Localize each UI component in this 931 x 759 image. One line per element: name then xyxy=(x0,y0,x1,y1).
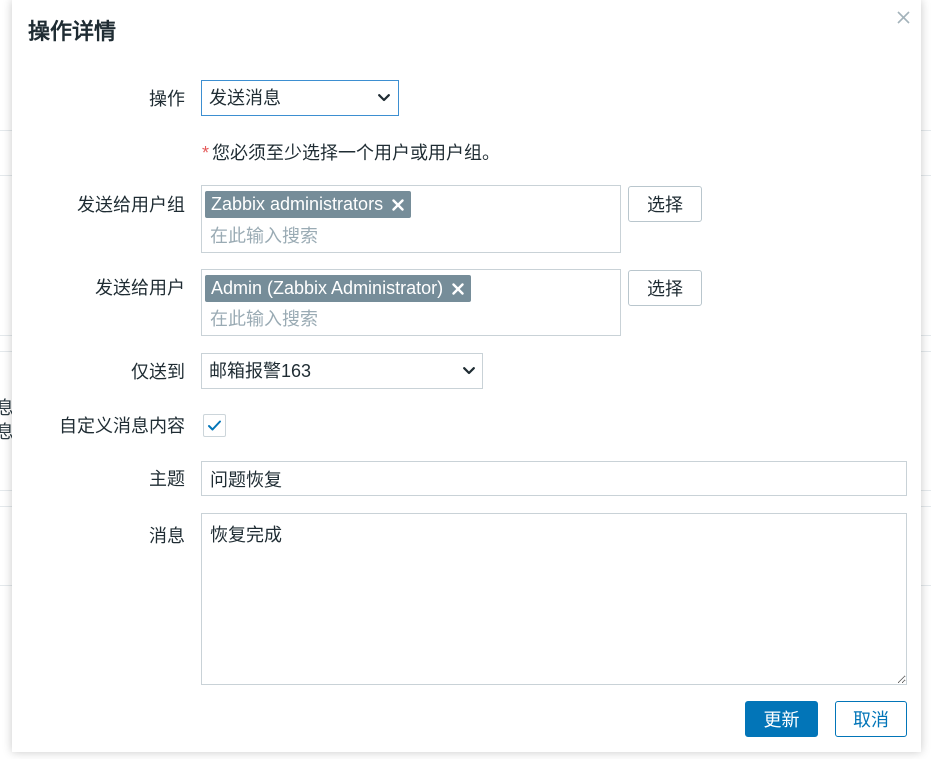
user-groups-search-input[interactable] xyxy=(210,224,610,248)
operation-select[interactable]: 发送消息 xyxy=(201,80,399,116)
required-note-text: 您必须至少选择一个用户或用户组。 xyxy=(212,143,501,163)
operation-label: 操作 xyxy=(149,89,185,109)
subject-label: 主题 xyxy=(149,469,185,489)
x-icon[interactable] xyxy=(392,198,404,211)
message-textarea[interactable]: 恢复完成 xyxy=(201,513,907,685)
custom-message-label: 自定义消息内容 xyxy=(59,416,185,436)
custom-message-checkbox[interactable] xyxy=(203,414,226,437)
select-users-button[interactable]: 选择 xyxy=(628,270,702,306)
user-groups-multiselect[interactable]: Zabbix administrators xyxy=(201,185,621,253)
required-note: * 您必须至少选择一个用户或用户组。 xyxy=(202,142,500,164)
message-label: 消息 xyxy=(149,526,185,546)
update-button[interactable]: 更新 xyxy=(745,701,818,737)
x-icon[interactable] xyxy=(452,282,464,295)
users-search-input[interactable] xyxy=(210,307,610,331)
send-only-to-value: 邮箱报警163 xyxy=(209,361,312,381)
required-asterisk: * xyxy=(202,143,210,163)
send-only-to-select[interactable]: 邮箱报警163 xyxy=(201,353,483,389)
chevron-down-icon xyxy=(463,367,475,375)
user-groups-label: 发送给用户组 xyxy=(77,195,185,215)
subject-input[interactable] xyxy=(201,461,907,496)
checkmark-icon xyxy=(208,420,221,431)
dialog-title: 操作详情 xyxy=(28,19,117,44)
operation-details-dialog: 操作详情 操作 发送消息 * 您必须至少选择一个用户或用户组。 发送给用户组 Za… xyxy=(12,0,921,752)
close-icon[interactable] xyxy=(896,10,911,25)
operation-select-value: 发送消息 xyxy=(209,88,281,108)
cancel-button[interactable]: 取消 xyxy=(835,701,907,737)
users-multiselect[interactable]: Admin (Zabbix Administrator) xyxy=(201,269,621,336)
user-tag-label: Admin (Zabbix Administrator) xyxy=(211,278,444,298)
user-group-tag-label: Zabbix administrators xyxy=(211,194,384,214)
user-tag: Admin (Zabbix Administrator) xyxy=(205,275,472,302)
users-label: 发送给用户 xyxy=(95,278,185,298)
select-user-groups-button[interactable]: 选择 xyxy=(628,186,702,222)
chevron-down-icon xyxy=(378,94,390,102)
user-group-tag: Zabbix administrators xyxy=(205,191,412,218)
send-only-to-label: 仅送到 xyxy=(131,362,185,382)
